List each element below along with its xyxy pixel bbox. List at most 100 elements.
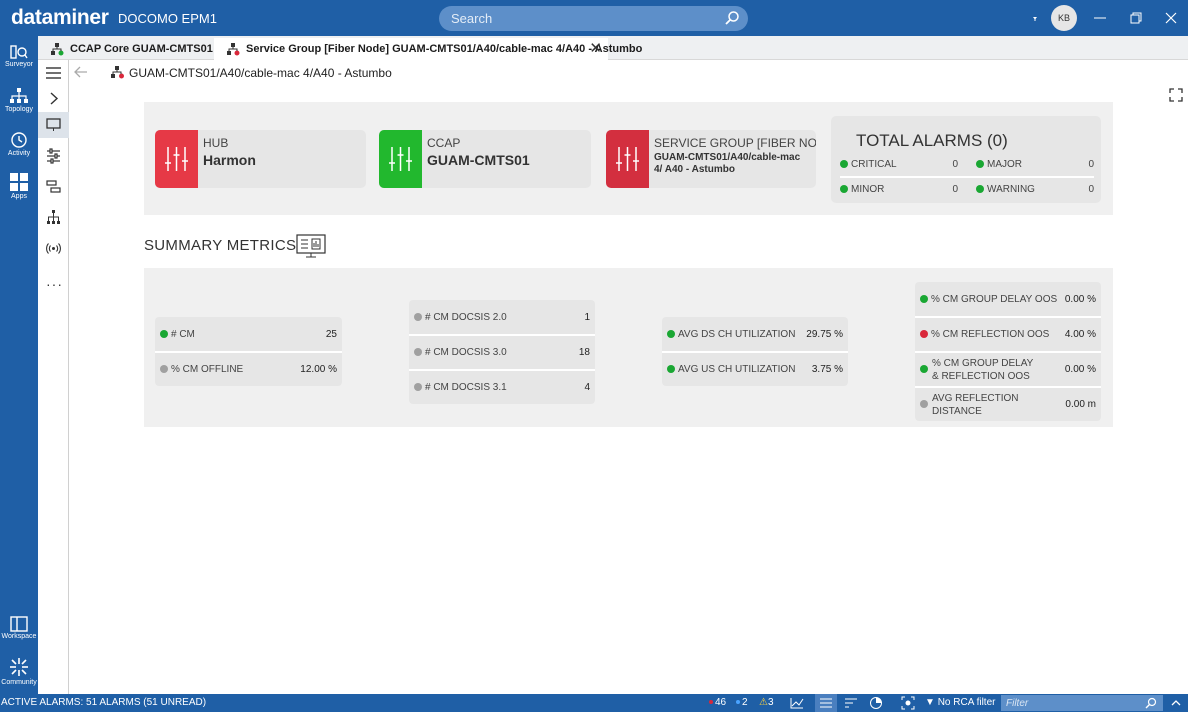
visual-page-icon[interactable] [45, 116, 62, 133]
cm-metrics-box: # CM 25 % CM OFFLINE 12.00 % [155, 317, 342, 386]
avatar[interactable]: KB [1051, 5, 1077, 31]
metric-value: 1 [584, 312, 590, 323]
element-list-icon[interactable] [45, 178, 62, 195]
nav-community[interactable]: Community [0, 656, 38, 696]
chevron-up-icon[interactable] [1170, 697, 1182, 709]
nav-label: Activity [7, 150, 31, 157]
sliders-icon[interactable] [45, 147, 62, 164]
apps-grid-icon [10, 173, 28, 191]
ccap-label: CCAP [427, 136, 461, 150]
fullscreen-icon[interactable] [1169, 88, 1183, 102]
sliders-icon [165, 147, 188, 171]
rca-filter[interactable]: ▼ No RCA filter [925, 697, 995, 708]
nav-topology[interactable]: Topology [0, 87, 38, 127]
community-icon [10, 658, 28, 676]
alarm-count-critical[interactable]: 46 [709, 697, 726, 708]
card-toolbar: ··· [38, 60, 69, 694]
topology-node-icon [227, 43, 240, 56]
reflection-metrics-box: % CM GROUP DELAY OOS 0.00 % % CM REFLECT… [915, 282, 1101, 421]
metric-row: % CM OFFLINE 12.00 % [155, 352, 342, 386]
search-box[interactable] [439, 6, 748, 31]
count-text: 3 [767, 697, 774, 708]
metric-row: # CM 25 [155, 317, 342, 351]
sort-icon[interactable] [844, 697, 858, 709]
nav-surveyor[interactable]: Surveyor [0, 44, 38, 84]
metric-text: AVG DS CH UTILIZATION [678, 329, 796, 340]
status-dot [920, 400, 928, 408]
alarm-label: MAJOR [987, 159, 1022, 170]
breadcrumb: GUAM-CMTS01/A40/cable-mac 4/A40 - Astumb… [129, 66, 392, 80]
chevron-right-icon[interactable] [45, 90, 62, 107]
minimize-icon[interactable] [1091, 9, 1109, 27]
nav-activity[interactable]: Activity [0, 131, 38, 171]
hub-value: Harmon [203, 152, 256, 168]
filter-funnel-icon[interactable] [1026, 9, 1044, 27]
metric-value: 29.75 % [806, 329, 843, 340]
tab-service-group[interactable]: Service Group [Fiber Node] GUAM-CMTS01/A… [214, 38, 642, 60]
broadcast-icon[interactable] [45, 240, 62, 257]
rca-text: No RCA filter [937, 697, 996, 708]
close-window-icon[interactable] [1162, 9, 1180, 27]
alarm-count-warning[interactable]: ⚠3 [759, 697, 774, 708]
focus-target-icon[interactable] [901, 696, 915, 710]
metric-row: % CM GROUP DELAY & REFLECTION OOS 0.00 % [915, 352, 1101, 386]
alarm-count: 0 [1088, 184, 1094, 195]
nav-label: Community [1, 679, 37, 686]
tab-label: CCAP Core GUAM-CMTS01 [70, 43, 213, 55]
status-dot [160, 365, 168, 374]
metric-label: # CM DOCSIS 3.1 [414, 382, 507, 393]
filter-input[interactable] [1006, 696, 1136, 710]
filter-box[interactable] [1001, 695, 1163, 711]
active-alarms-text[interactable]: ACTIVE ALARMS: 51 ALARMS (51 UNREAD) [1, 697, 206, 708]
status-dot [414, 348, 422, 357]
alarm-count: 0 [952, 159, 958, 170]
tab-ccap-core[interactable]: CCAP Core GUAM-CMTS01 [38, 38, 214, 60]
topology-node-icon [51, 43, 64, 56]
metric-text: % CM OFFLINE [171, 364, 244, 375]
trend-chart-icon[interactable] [790, 697, 804, 709]
alarm-count: 0 [952, 184, 958, 195]
metric-value: 18 [578, 347, 590, 358]
search-icon[interactable] [1145, 697, 1157, 709]
back-arrow-icon[interactable] [73, 65, 89, 79]
metric-value: 0.00 % [1064, 294, 1096, 305]
metric-row: # CM DOCSIS 3.0 18 [409, 335, 595, 369]
metric-label: % CM REFLECTION OOS [920, 329, 1049, 340]
sliders-icon [616, 147, 639, 171]
metric-label: AVG DS CH UTILIZATION [667, 329, 795, 340]
metric-text: AVG US CH UTILIZATION [678, 364, 796, 375]
app-logo: dataminer [11, 6, 109, 29]
hub-card[interactable]: HUB Harmon [155, 130, 366, 188]
pie-chart-icon[interactable] [869, 696, 883, 710]
search-input[interactable] [451, 9, 711, 28]
alarm-label: MINOR [851, 184, 885, 195]
workspace-icon [10, 616, 28, 632]
more-options-icon[interactable]: ··· [46, 276, 63, 292]
status-dot [414, 383, 422, 392]
service-group-card[interactable]: SERVICE GROUP [FIBER NODE] GUAM-CMTS01/A… [606, 130, 816, 188]
tab-strip: CCAP Core GUAM-CMTS01 Service Group [Fib… [38, 36, 1188, 60]
metric-row: # CM DOCSIS 2.0 1 [409, 300, 595, 334]
nav-label: Apps [11, 193, 27, 200]
divider [840, 176, 1094, 178]
status-dot [840, 185, 848, 194]
close-tab-icon[interactable]: ✕ [589, 38, 602, 60]
restore-icon[interactable] [1127, 9, 1145, 27]
list-view-icon[interactable] [819, 697, 833, 709]
nav-workspace[interactable]: Workspace [0, 616, 38, 656]
summary-metrics-title: SUMMARY METRICS [144, 237, 297, 254]
alarm-count-info[interactable]: 2 [736, 697, 748, 708]
metric-label: AVG REFLECTION DISTANCE [932, 393, 1019, 417]
search-icon[interactable] [724, 10, 740, 26]
topology-icon[interactable] [45, 209, 62, 226]
metric-label: % CM GROUP DELAY OOS [920, 294, 1057, 305]
service-group-icon [111, 66, 124, 79]
metric-label: % CM GROUP DELAY & REFLECTION OOS [932, 358, 1034, 382]
ccap-card[interactable]: CCAP GUAM-CMTS01 [379, 130, 591, 188]
hamburger-menu-icon[interactable] [45, 65, 62, 82]
utilization-metrics-box: AVG DS CH UTILIZATION 29.75 % AVG US CH … [662, 317, 848, 386]
dashboard-monitor-icon[interactable] [296, 234, 326, 258]
nav-label: Topology [4, 106, 34, 113]
metric-label: % CM OFFLINE [160, 364, 243, 375]
nav-apps[interactable]: Apps [0, 172, 38, 212]
